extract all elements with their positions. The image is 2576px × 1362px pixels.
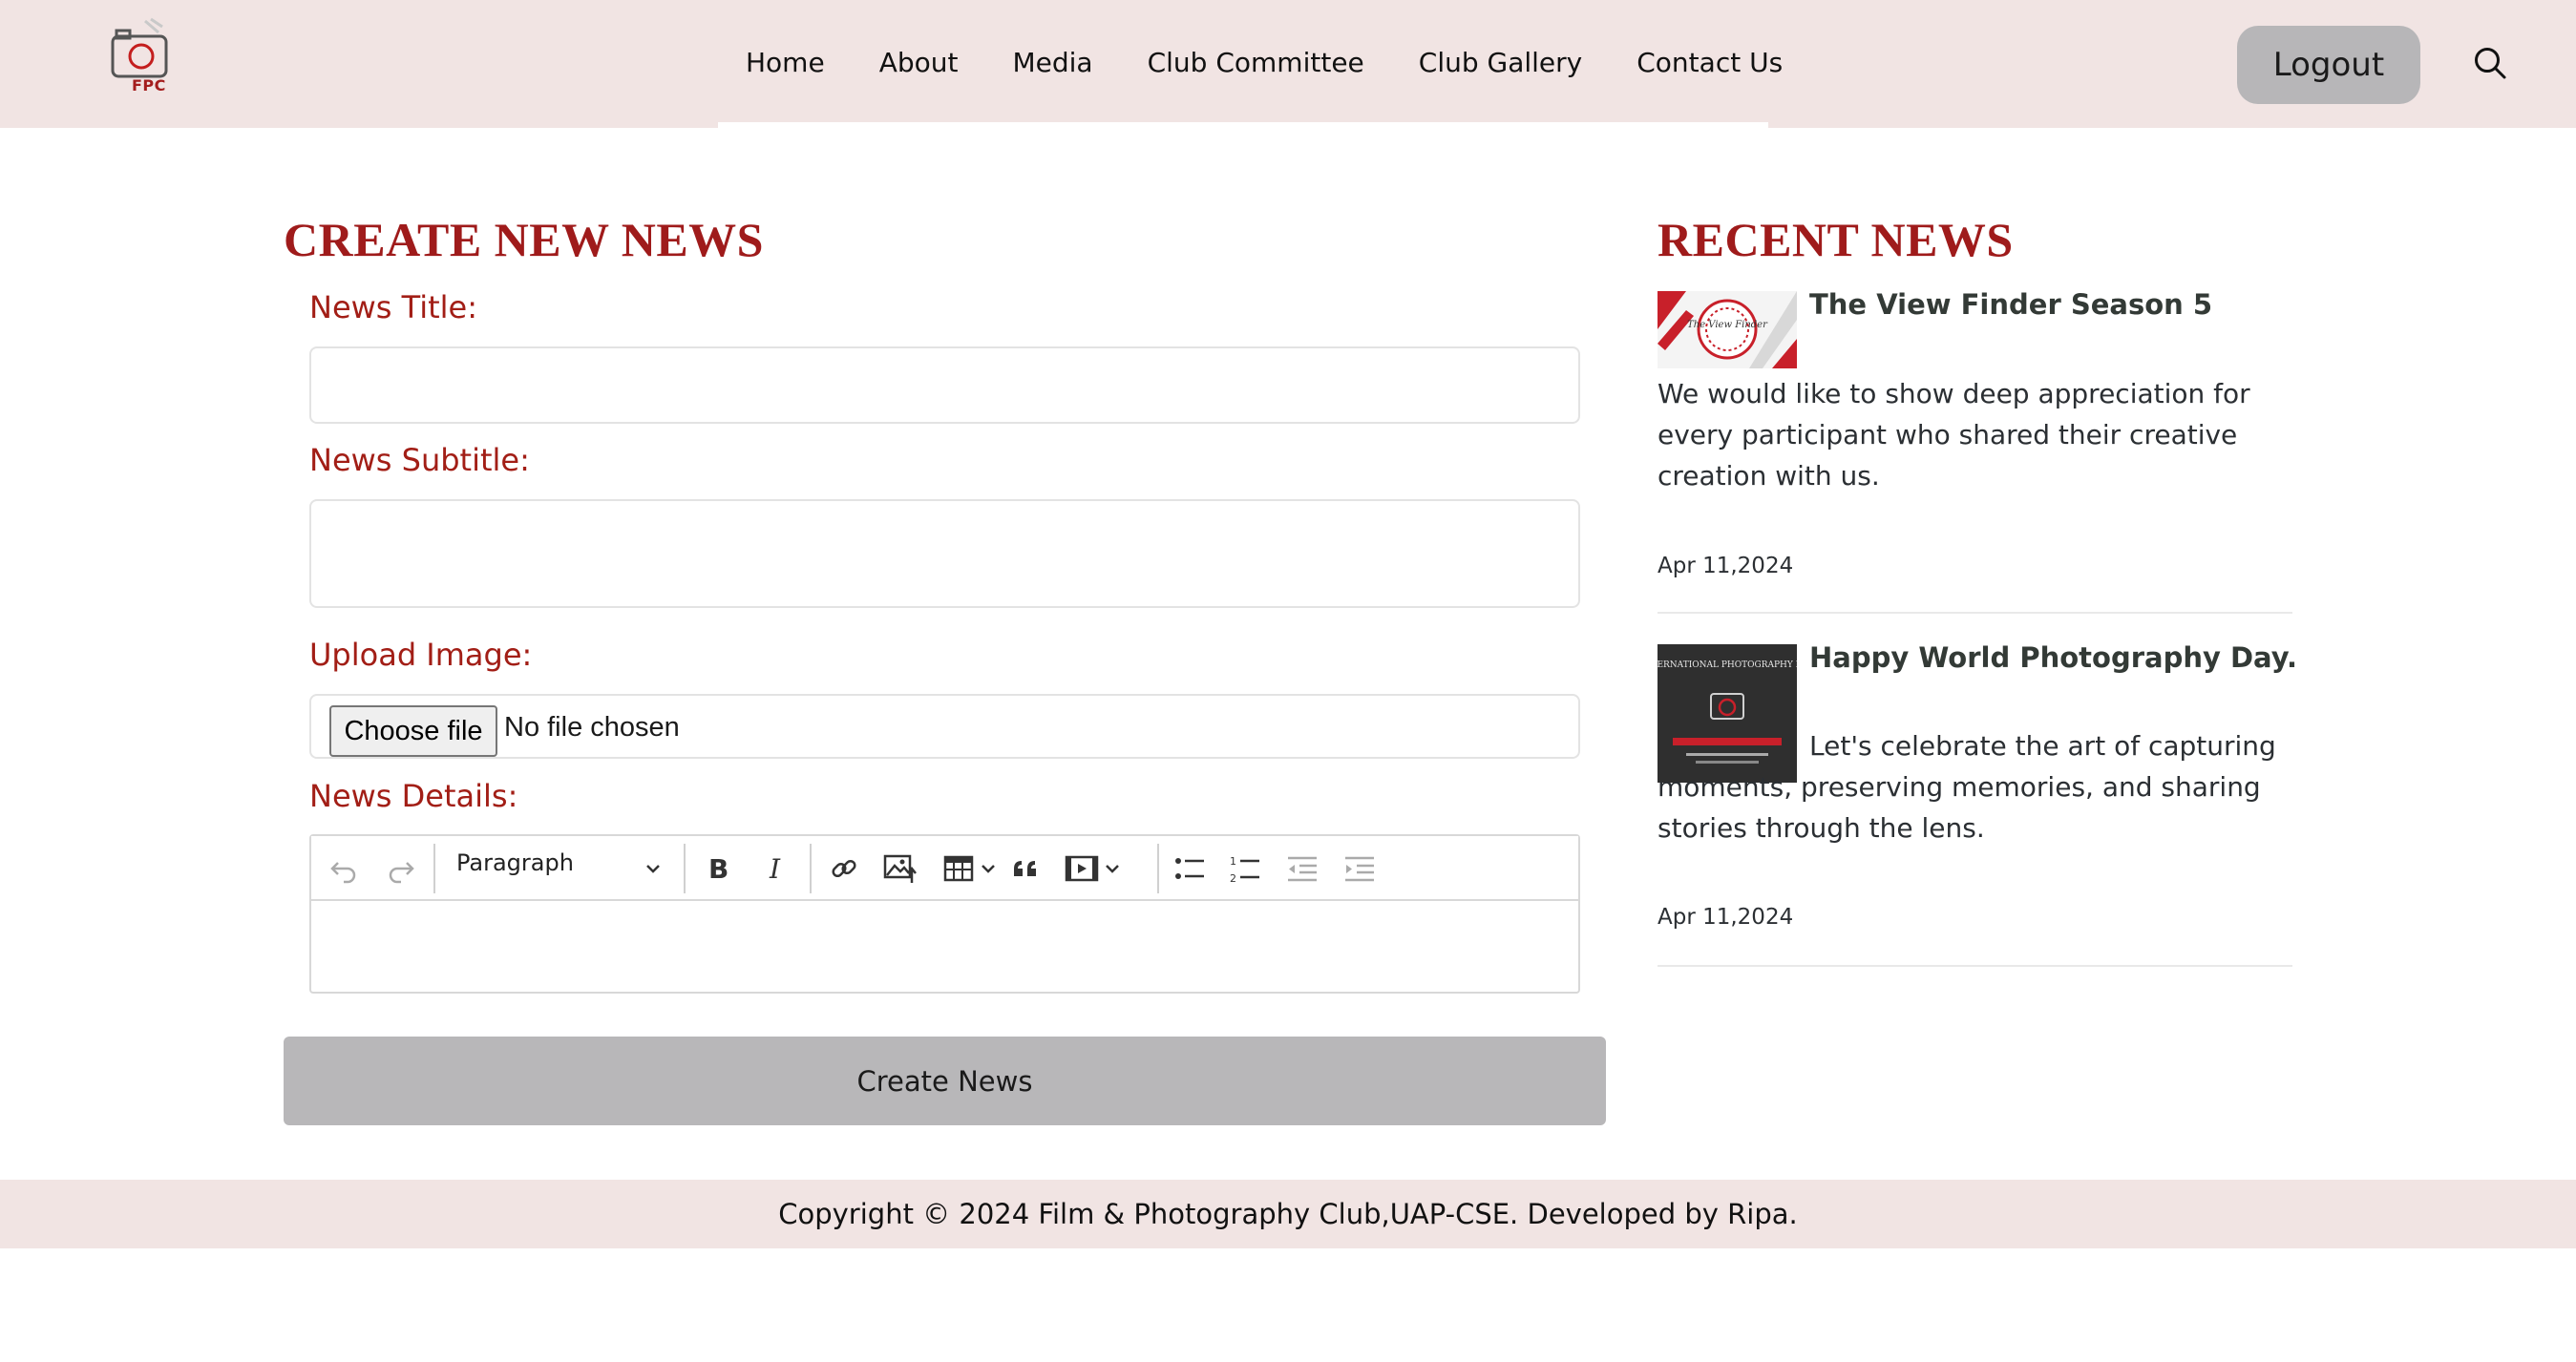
recent-news-heading: RECENT NEWS <box>1658 213 2014 266</box>
svg-text:I: I <box>769 853 781 884</box>
news-item-date: Apr 11,2024 <box>1658 905 1794 930</box>
nav-club-gallery[interactable]: Club Gallery <box>1419 42 1582 84</box>
news-title-label: News Title: <box>309 289 477 325</box>
insert-image-icon[interactable] <box>882 851 920 886</box>
news-item-title[interactable]: The View Finder Season 5 <box>1809 288 2212 321</box>
thumb-caption: INTERNATIONAL PHOTOGRAPHY DAY <box>1658 660 1797 670</box>
thumb-caption: The View Finder <box>1687 320 1768 330</box>
toolbar-separator <box>433 844 435 893</box>
news-item-text: Let's celebrate the art of capturing mom… <box>1658 730 2276 844</box>
rich-text-editor: Paragraph B I 1 2 <box>309 834 1580 994</box>
outdent-icon[interactable] <box>1285 851 1320 886</box>
news-divider <box>1658 612 2292 614</box>
nav-contact-us[interactable]: Contact Us <box>1636 42 1783 84</box>
news-details-label: News Details: <box>309 778 518 814</box>
bulleted-list-icon[interactable] <box>1172 851 1207 886</box>
indent-icon[interactable] <box>1342 851 1377 886</box>
italic-icon[interactable]: I <box>758 851 792 886</box>
news-item-text: We would like to show deep appreciation … <box>1658 378 2250 492</box>
chevron-down-icon[interactable] <box>1102 851 1123 886</box>
news-divider <box>1658 965 2292 967</box>
editor-toolbar: Paragraph B I 1 2 <box>311 836 1578 901</box>
news-subtitle-label: News Subtitle: <box>309 442 530 478</box>
svg-text:B: B <box>708 853 728 884</box>
toolbar-separator <box>810 844 812 893</box>
choose-file-button[interactable]: Choose file <box>329 705 497 757</box>
upload-image-label: Upload Image: <box>309 637 533 673</box>
toolbar-separator <box>1157 844 1159 893</box>
nav-club-committee[interactable]: Club Committee <box>1148 42 1364 84</box>
numbered-list-icon[interactable]: 12 <box>1228 851 1262 886</box>
table-icon[interactable] <box>941 851 976 886</box>
copyright-text: Copyright © 2024 Film & Photography Club… <box>778 1198 1798 1230</box>
media-embed-icon[interactable] <box>1064 851 1100 886</box>
news-item-title[interactable]: Happy World Photography Day. <box>1809 641 2297 674</box>
logo-text: FPC <box>132 76 166 94</box>
news-subtitle-input[interactable] <box>309 499 1580 608</box>
nav-underline <box>718 122 1768 128</box>
bold-icon[interactable]: B <box>701 851 735 886</box>
svg-text:2: 2 <box>1230 872 1236 884</box>
nav-home[interactable]: Home <box>746 42 825 84</box>
file-input[interactable] <box>309 694 1580 759</box>
news-thumbnail[interactable]: The View Finder <box>1658 291 1797 368</box>
link-icon[interactable] <box>827 851 861 886</box>
chevron-down-icon[interactable] <box>978 851 999 886</box>
blockquote-icon[interactable] <box>1008 851 1043 886</box>
nav-about[interactable]: About <box>879 42 959 84</box>
navbar: FPC Home About Media Club Committee Club… <box>0 0 2576 128</box>
nav-media[interactable]: Media <box>1012 42 1092 84</box>
svg-text:1: 1 <box>1230 855 1236 868</box>
file-status: No file chosen <box>504 712 680 743</box>
main-nav: Home About Media Club Committee Club Gal… <box>746 42 1783 84</box>
chevron-down-icon[interactable] <box>640 851 666 886</box>
undo-icon[interactable] <box>327 851 361 886</box>
news-item-date: Apr 11,2024 <box>1658 554 1794 578</box>
redo-icon[interactable] <box>384 851 418 886</box>
editor-content[interactable] <box>311 901 1578 992</box>
block-format-dropdown[interactable]: Paragraph <box>456 849 574 876</box>
search-icon[interactable] <box>2473 46 2507 80</box>
create-news-button[interactable]: Create News <box>284 1037 1606 1125</box>
footer: Copyright © 2024 Film & Photography Club… <box>0 1180 2576 1248</box>
news-title-input[interactable] <box>309 346 1580 424</box>
toolbar-separator <box>684 844 686 893</box>
logout-button[interactable]: Logout <box>2237 26 2420 104</box>
create-news-heading: CREATE NEW NEWS <box>284 213 764 266</box>
